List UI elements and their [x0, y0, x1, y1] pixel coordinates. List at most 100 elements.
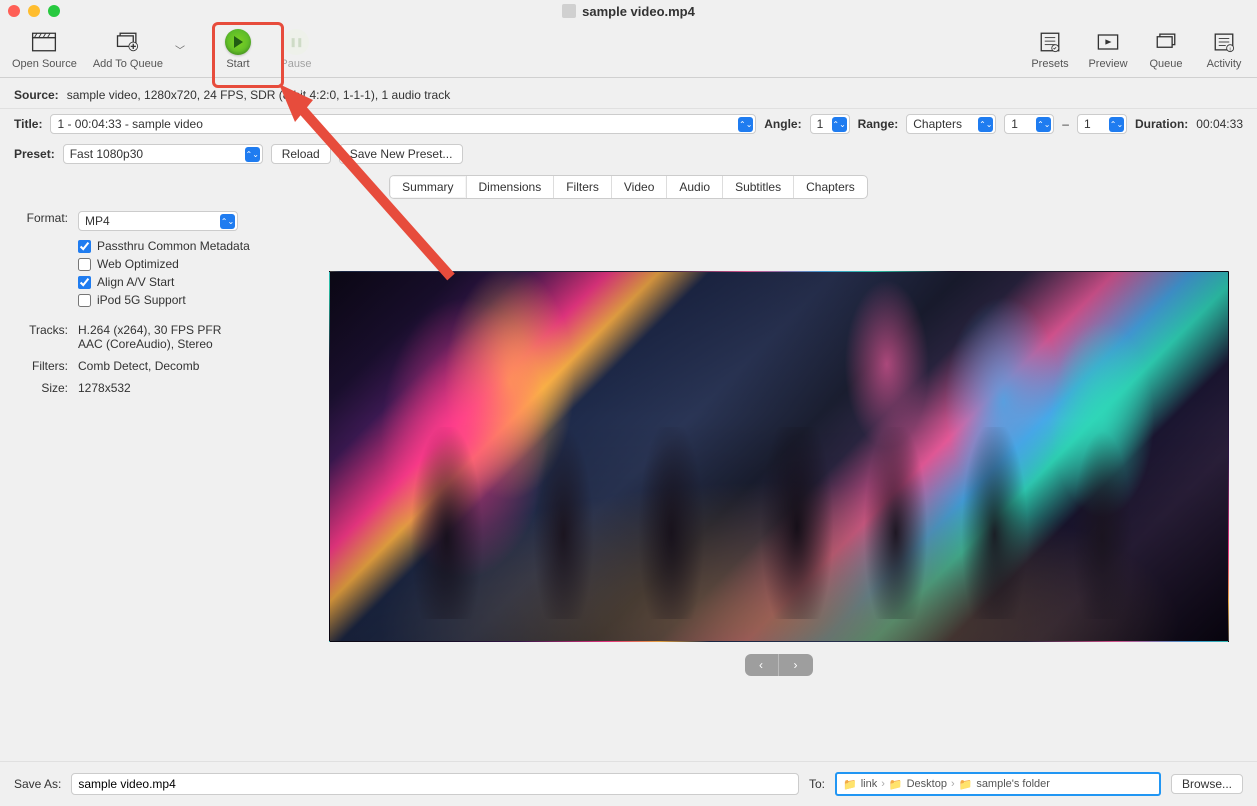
path-seg-2: sample's folder	[976, 778, 1050, 790]
format-value: MP4	[85, 214, 110, 228]
save-as-input[interactable]	[71, 773, 799, 795]
folder-icon: 📁	[889, 778, 903, 791]
browse-label: Browse...	[1182, 777, 1232, 791]
activity-button[interactable]: i Activity	[1195, 29, 1253, 70]
web-optimized-label: Web Optimized	[97, 257, 179, 271]
close-window-button[interactable]	[8, 5, 20, 17]
tab-summary[interactable]: Summary	[390, 176, 466, 198]
chevron-down-icon: ⌃⌄	[1109, 117, 1124, 132]
start-label: Start	[226, 58, 249, 70]
open-source-button[interactable]: Open Source	[4, 29, 85, 70]
duration-value: 00:04:33	[1196, 117, 1243, 131]
source-value: sample video, 1280x720, 24 FPS, SDR (8-b…	[67, 88, 451, 102]
reload-label: Reload	[282, 147, 320, 161]
svg-text:i: i	[1230, 47, 1231, 53]
chevron-down-icon: ⌃⌄	[220, 214, 235, 229]
preset-value: Fast 1080p30	[70, 147, 143, 161]
angle-value: 1	[817, 117, 824, 131]
add-to-queue-label: Add To Queue	[93, 58, 163, 70]
browse-button[interactable]: Browse...	[1171, 774, 1243, 794]
play-icon	[225, 29, 251, 55]
chevron-down-icon: ⌃⌄	[738, 117, 753, 132]
size-label: Size:	[14, 381, 68, 395]
preview-icon	[1093, 29, 1123, 55]
source-label: Source:	[14, 88, 59, 102]
preset-row: Preset: Fast 1080p30 ⌃⌄ Reload Save New …	[0, 139, 1257, 169]
tab-audio[interactable]: Audio	[667, 176, 723, 198]
duration-label: Duration:	[1135, 117, 1188, 131]
tab-dimensions[interactable]: Dimensions	[467, 176, 555, 198]
destination-path[interactable]: 📁 link › 📁 Desktop › 📁 sample's folder	[835, 772, 1161, 796]
tab-filters[interactable]: Filters	[554, 176, 612, 198]
titlebar: sample video.mp4	[0, 0, 1257, 22]
chevron-down-icon: ⌃⌄	[245, 147, 260, 162]
range-label: Range:	[858, 117, 899, 131]
range-type-value: Chapters	[913, 117, 962, 131]
preview-nav: ‹ ›	[745, 654, 813, 676]
web-optimized-checkbox[interactable]: Web Optimized	[78, 257, 294, 271]
title-select[interactable]: 1 - 00:04:33 - sample video ⌃⌄	[50, 114, 756, 134]
tracks-value: H.264 (x264), 30 FPS PFR AAC (CoreAudio)…	[78, 323, 258, 351]
filters-label: Filters:	[14, 359, 68, 373]
path-seg-0: link	[861, 778, 878, 790]
align-av-label: Align A/V Start	[97, 275, 174, 289]
size-value: 1278x532	[78, 381, 258, 395]
add-to-queue-dropdown[interactable]: ﹀	[175, 42, 185, 57]
range-type-select[interactable]: Chapters ⌃⌄	[906, 114, 996, 134]
presets-label: Presets	[1031, 58, 1068, 70]
chevron-down-icon: ⌃⌄	[1036, 117, 1051, 132]
summary-info: Format: MP4 ⌃⌄ Passthru Common Metadata …	[14, 211, 294, 751]
range-from-value: 1	[1011, 117, 1018, 131]
folder-icon: 📁	[959, 778, 973, 791]
to-label: To:	[809, 777, 825, 791]
title-row: Title: 1 - 00:04:33 - sample video ⌃⌄ An…	[0, 109, 1257, 139]
range-separator: –	[1062, 117, 1069, 131]
source-row: Source: sample video, 1280x720, 24 FPS, …	[0, 78, 1257, 109]
preset-select[interactable]: Fast 1080p30 ⌃⌄	[63, 144, 263, 164]
queue-button[interactable]: Queue	[1137, 29, 1195, 70]
start-button[interactable]: Start	[209, 29, 267, 70]
filters-value: Comb Detect, Decomb	[78, 359, 258, 373]
chevron-right-icon: ›	[881, 778, 885, 790]
toolbar: Open Source Add To Queue ﹀ Start Pause	[0, 22, 1257, 78]
checkbox-icon[interactable]	[78, 294, 91, 307]
presets-button[interactable]: Presets	[1021, 29, 1079, 70]
add-to-queue-button[interactable]: Add To Queue	[85, 29, 171, 70]
tab-chapters[interactable]: Chapters	[794, 176, 867, 198]
prev-frame-button[interactable]: ‹	[745, 654, 779, 676]
presets-icon	[1035, 29, 1065, 55]
align-av-checkbox[interactable]: Align A/V Start	[78, 275, 294, 289]
save-preset-button[interactable]: Save New Preset...	[339, 144, 464, 164]
fullscreen-window-button[interactable]	[48, 5, 60, 17]
chevron-down-icon: ⌃⌄	[832, 117, 847, 132]
save-preset-label: Save New Preset...	[350, 147, 453, 161]
angle-select[interactable]: 1 ⌃⌄	[810, 114, 850, 134]
next-frame-button[interactable]: ›	[779, 654, 813, 676]
tab-video[interactable]: Video	[612, 176, 667, 198]
format-label: Format:	[14, 211, 68, 231]
queue-plus-icon	[113, 29, 143, 55]
preview-column: ‹ ›	[314, 211, 1243, 751]
tab-subtitles[interactable]: Subtitles	[723, 176, 794, 198]
preview-button[interactable]: Preview	[1079, 29, 1137, 70]
save-row: Save As: To: 📁 link › 📁 Desktop › 📁 samp…	[0, 761, 1257, 806]
pause-label: Pause	[280, 58, 311, 70]
ipod-label: iPod 5G Support	[97, 293, 186, 307]
checkbox-icon[interactable]	[78, 240, 91, 253]
range-from-select[interactable]: 1 ⌃⌄	[1004, 114, 1054, 134]
path-seg-1: Desktop	[907, 778, 947, 790]
preset-label: Preset:	[14, 147, 55, 161]
pause-button: Pause	[267, 29, 325, 70]
reload-button[interactable]: Reload	[271, 144, 331, 164]
minimize-window-button[interactable]	[28, 5, 40, 17]
chevron-down-icon: ⌃⌄	[978, 117, 993, 132]
activity-icon: i	[1209, 29, 1239, 55]
pause-icon	[283, 29, 309, 55]
ipod-checkbox[interactable]: iPod 5G Support	[78, 293, 294, 307]
format-select[interactable]: MP4 ⌃⌄	[78, 211, 238, 231]
passthru-checkbox[interactable]: Passthru Common Metadata	[78, 239, 294, 253]
checkbox-icon[interactable]	[78, 276, 91, 289]
angle-label: Angle:	[764, 117, 801, 131]
range-to-select[interactable]: 1 ⌃⌄	[1077, 114, 1127, 134]
checkbox-icon[interactable]	[78, 258, 91, 271]
